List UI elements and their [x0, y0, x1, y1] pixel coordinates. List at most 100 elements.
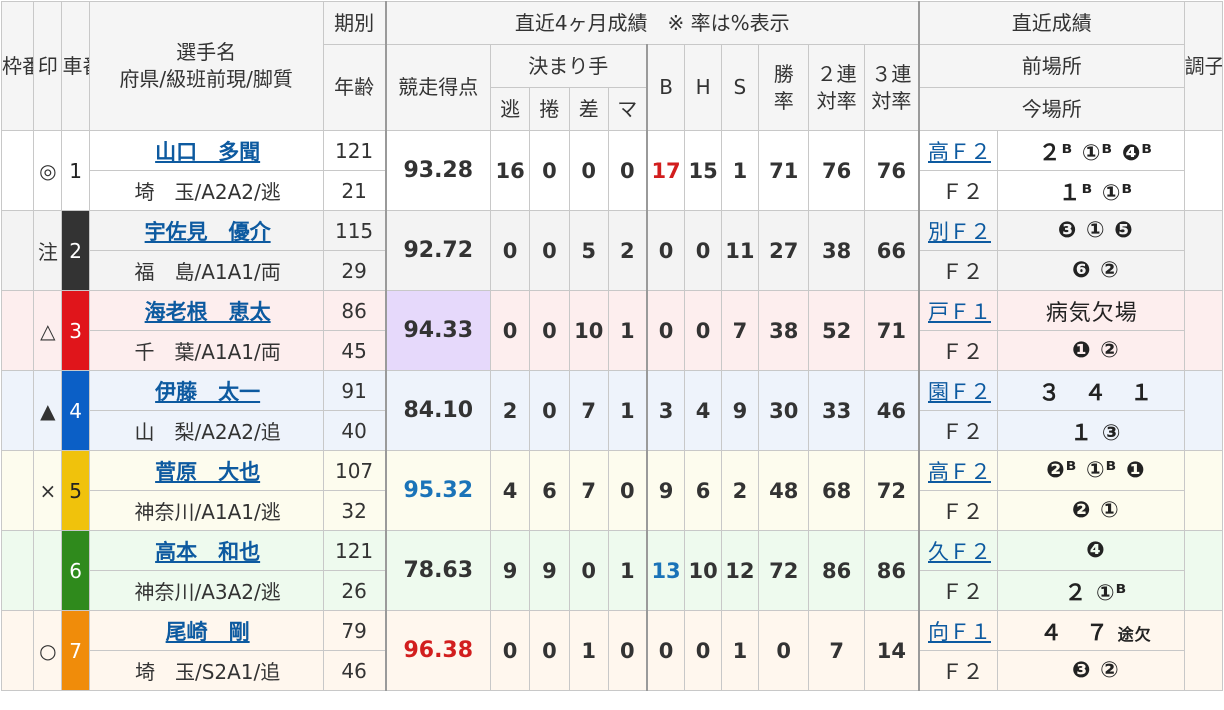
header-ma: マ	[607, 87, 648, 131]
h-cell: 10	[684, 530, 722, 611]
two-rate-cell: 68	[808, 450, 865, 531]
cur-result-cell: ❻ ②	[997, 250, 1185, 291]
prev-venue-cell: 高Ｆ２	[917, 450, 999, 491]
term-cell: 86	[322, 290, 387, 331]
ma-cell: 0	[607, 450, 648, 531]
car-number: 6	[61, 530, 90, 611]
rider-name-link[interactable]: 菅原 大也	[155, 460, 260, 484]
cur-result-cell: ❸ ②	[997, 650, 1185, 691]
prev-venue-link[interactable]: 別Ｆ２	[928, 220, 991, 244]
s-cell: 9	[720, 370, 760, 451]
header-frame: 枠番	[0, 1, 35, 131]
prev-result-cell: ２ᴮ ①ᴮ ❹ᴮ	[997, 130, 1185, 171]
ma-cell: 2	[607, 210, 648, 291]
b-cell: 3	[645, 370, 686, 451]
score-cell: 95.32	[384, 450, 491, 531]
frame-cell-empty	[0, 610, 35, 691]
header-cur-venue: 今場所	[917, 87, 1185, 131]
age-cell: 32	[322, 490, 387, 531]
three-rate-cell: 76	[863, 130, 920, 211]
three-rate-cell: 86	[863, 530, 920, 611]
cur-result-cell: １ ③	[997, 410, 1185, 451]
header-car: 車番	[61, 1, 90, 131]
sashi-cell: 1	[568, 610, 609, 691]
prev-venue-link[interactable]: 戸Ｆ１	[928, 300, 991, 324]
score-cell: 94.33	[384, 290, 491, 371]
nige-cell: 0	[489, 290, 531, 371]
prev-venue-link[interactable]: 高Ｆ２	[928, 460, 991, 484]
rider-name-link[interactable]: 伊藤 太一	[155, 380, 260, 404]
makuri-cell: 0	[529, 210, 570, 291]
rider-name-link[interactable]: 尾崎 剛	[166, 620, 250, 644]
table-row: × 5 菅原 大也 107 95.32 4 6 7 0 9 6 2 48 68 …	[0, 450, 1224, 531]
prev-venue-link[interactable]: 向Ｆ１	[928, 620, 991, 644]
b-cell: 0	[645, 210, 686, 291]
rider-name-link[interactable]: 高本 和也	[155, 540, 260, 564]
car-number: 2	[61, 210, 90, 291]
makuri-cell: 9	[529, 530, 570, 611]
rider-name-link[interactable]: 宇佐見 優介	[145, 220, 271, 244]
prev-venue-cell: 戸Ｆ１	[917, 290, 999, 331]
header-sashi: 差	[568, 87, 609, 131]
prev-result-cell: ❸ ① ❺	[997, 210, 1185, 251]
three-rate-cell: 14	[863, 610, 920, 691]
header-makuri: 捲	[529, 87, 570, 131]
rider-name-cell: 山口 多聞	[88, 130, 324, 171]
makuri-cell: 0	[529, 370, 570, 451]
h-cell: 0	[684, 210, 722, 291]
prev-result-cell: ４ ７ 途欠	[997, 610, 1185, 651]
car-number: 3	[61, 290, 90, 371]
score-cell: 78.63	[384, 530, 491, 611]
rider-name-cell: 宇佐見 優介	[88, 210, 324, 251]
prev-venue-link[interactable]: 久Ｆ２	[928, 540, 991, 564]
rider-name-link[interactable]: 海老根 恵太	[145, 300, 271, 324]
ma-cell: 1	[607, 530, 648, 611]
header-prev-venue: 前場所	[917, 44, 1185, 88]
b-cell: 9	[645, 450, 686, 531]
s-cell: 12	[720, 530, 760, 611]
rider-name-cell: 菅原 大也	[88, 450, 324, 491]
b-cell: 0	[645, 290, 686, 371]
mark-cell: ×	[33, 450, 63, 531]
car-number: 1	[61, 130, 90, 211]
header-kimarite: 決まり手	[489, 44, 648, 88]
prev-venue-cell: 久Ｆ２	[917, 530, 999, 571]
ma-cell: 1	[607, 370, 648, 451]
rider-info-cell: 埼 玉/S2A1/追	[88, 650, 324, 691]
frame-cell-empty	[0, 530, 35, 611]
frame-cell-empty	[0, 290, 35, 371]
makuri-cell: 0	[529, 130, 570, 211]
two-rate-cell: 86	[808, 530, 865, 611]
win-rate-cell: 0	[758, 610, 810, 691]
header-nige: 逃	[489, 87, 531, 131]
cur-venue-cell: Ｆ２	[917, 250, 999, 291]
makuri-cell: 0	[529, 610, 570, 691]
header-win: 勝率	[758, 44, 810, 131]
age-cell: 45	[322, 330, 387, 371]
sashi-cell: 0	[568, 130, 609, 211]
makuri-cell: 0	[529, 290, 570, 371]
nige-cell: 16	[489, 130, 531, 211]
prev-venue-link[interactable]: 高Ｆ２	[928, 140, 991, 164]
prev-venue-link[interactable]: 園Ｆ２	[928, 380, 991, 404]
score-cell: 93.28	[384, 130, 491, 211]
win-rate-cell: 72	[758, 530, 810, 611]
cur-venue-cell: Ｆ２	[917, 410, 999, 451]
h-cell: 0	[684, 290, 722, 371]
rider-name-cell: 海老根 恵太	[88, 290, 324, 331]
prev-result-cell: ❹	[997, 530, 1185, 571]
rider-name-cell: 伊藤 太一	[88, 370, 324, 411]
car-number: 5	[61, 450, 90, 531]
prev-venue-cell: 高Ｆ２	[917, 130, 999, 171]
makuri-cell: 6	[529, 450, 570, 531]
header-recent4: 直近4ヶ月成績 ※ 率は%表示	[384, 1, 920, 45]
header-age: 年齢	[322, 44, 387, 131]
frame-cell-empty	[0, 130, 35, 211]
term-cell: 115	[322, 210, 387, 251]
condition-cell	[1183, 210, 1224, 291]
header-three: ３連 対率	[863, 44, 920, 131]
rider-name-link[interactable]: 山口 多聞	[155, 140, 260, 164]
two-rate-cell: 38	[808, 210, 865, 291]
table-row: △ 3 海老根 恵太 86 94.33 0 0 10 1 0 0 7 38 52…	[0, 290, 1224, 371]
header-name: 選手名 府県/級班前現/脚質	[88, 1, 324, 131]
